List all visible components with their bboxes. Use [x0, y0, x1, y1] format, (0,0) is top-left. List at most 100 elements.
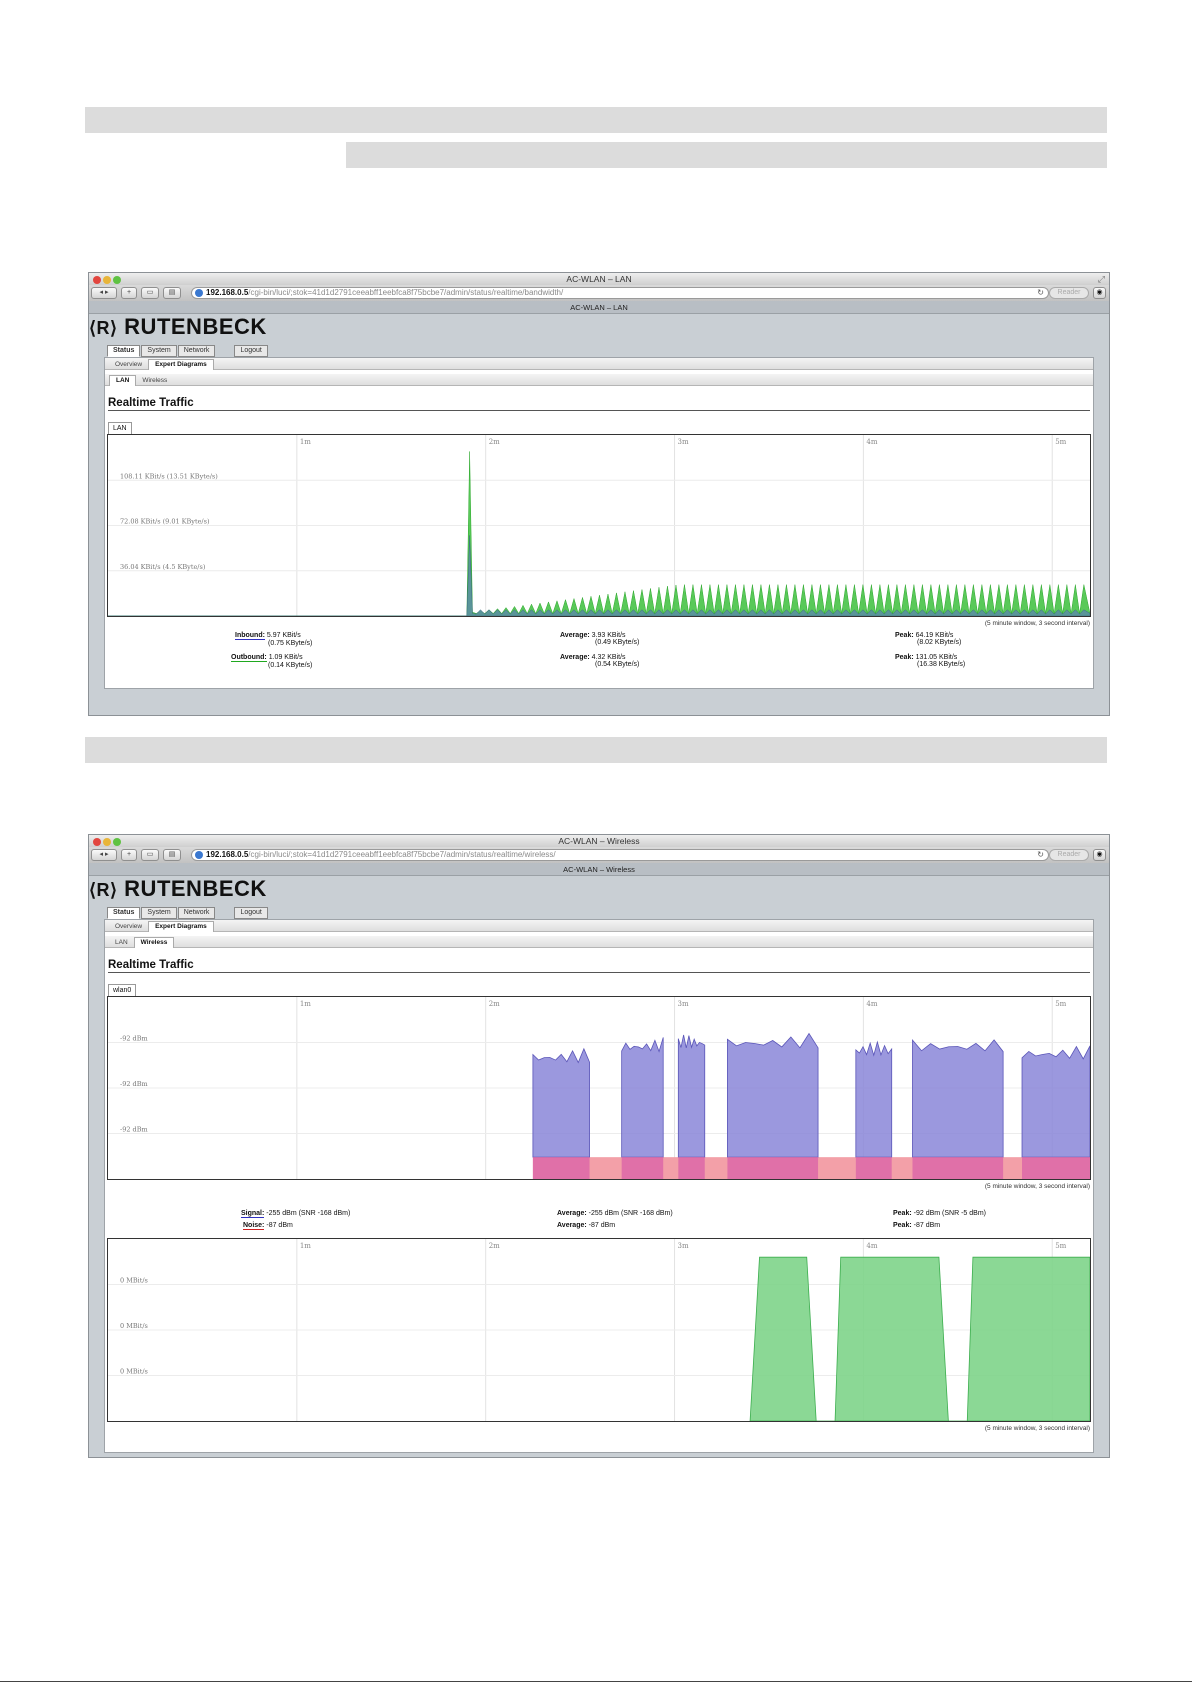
time-tick-label: 3m: [678, 1242, 689, 1250]
chart-svg: 1m 2m 3m 4m 5m 108.11 KBit/s (13.51 KByte/s) 7…: [108, 435, 1090, 616]
subtab-lan[interactable]: LAN: [109, 375, 137, 386]
chart-svg: 1m 2m 3m 4m 5m 0 MBit/s 0 MBit/s 0 MBit/s: [108, 1239, 1090, 1421]
tab-network[interactable]: Network: [177, 345, 216, 357]
reader-button[interactable]: Reader: [1049, 849, 1089, 861]
close-window-button[interactable]: [93, 838, 101, 846]
noise-average: Average: -87 dBm: [557, 1222, 615, 1229]
titlebar: AC-WLAN – LAN ⤢: [89, 273, 1109, 285]
status-subtabs: Overview Expert Diagrams: [105, 358, 1093, 370]
signal-chart: 1m 2m 3m 4m 5m -92 dBm -92 dBm -92 dBm: [107, 996, 1091, 1180]
tab-status[interactable]: Status: [107, 345, 141, 357]
content-panel: Overview Expert Diagrams LAN Wireless Real…: [104, 357, 1094, 689]
bandwidth-chart: 1m 2m 3m 4m 5m 108.11 KBit/s (13.51 KByte/s) 7…: [107, 434, 1091, 617]
zoom-window-button[interactable]: [113, 838, 121, 846]
logo-mark: ⟨R⟩: [89, 880, 118, 900]
average-label: Average:: [557, 1222, 587, 1229]
tab-logout[interactable]: Logout: [234, 345, 268, 357]
url-host: 192.168.0.5: [206, 850, 249, 859]
subtab-wireless[interactable]: Wireless: [136, 375, 173, 386]
subtab-wireless[interactable]: Wireless: [133, 937, 175, 948]
back-forward-button[interactable]: ◂ ▸: [91, 849, 117, 861]
subtab-expert-diagrams[interactable]: Expert Diagrams: [148, 921, 214, 932]
subtab-overview[interactable]: Overview: [109, 359, 148, 370]
add-bookmark-button[interactable]: +: [121, 287, 137, 299]
globe-icon: [195, 289, 203, 297]
zoom-window-button[interactable]: [113, 276, 121, 284]
address-bar[interactable]: 192.168.0.5/cgi-bin/luci/;stok=41d1d2791…: [191, 287, 1049, 299]
minimize-window-button[interactable]: [103, 276, 111, 284]
inbound-sub: (0.75 KByte/s): [268, 640, 313, 647]
titlebar: AC-WLAN – Wireless: [89, 835, 1109, 847]
average-sub: (0.54 KByte/s): [595, 661, 640, 668]
y-tick-label: 108.11 KBit/s (13.51 KByte/s): [120, 472, 218, 480]
diagram-subtabs: LAN Wireless: [105, 936, 1093, 948]
signal-peak: Peak: -92 dBm (SNR -5 dBm): [893, 1210, 986, 1217]
time-tick-label: 5m: [1055, 1242, 1066, 1250]
content-panel: Overview Expert Diagrams LAN Wireless Real…: [104, 919, 1094, 1453]
peak-label: Peak:: [895, 654, 914, 661]
subtab-expert-diagrams[interactable]: Expert Diagrams: [148, 359, 214, 370]
noise-segment: [678, 1157, 705, 1179]
subtab-overview[interactable]: Overview: [109, 921, 148, 932]
tab-system[interactable]: System: [141, 345, 177, 357]
signal-average: Average: -255 dBm (SNR -168 dBm): [557, 1210, 673, 1217]
signal-segment: [912, 1039, 1004, 1158]
main-tabs: Status System Network Logout: [107, 907, 269, 919]
time-tick-label: 4m: [866, 1000, 877, 1008]
signal-segment: [677, 1034, 706, 1158]
bookmarks-button[interactable]: ▤: [163, 287, 181, 299]
tab-network[interactable]: Network: [177, 907, 216, 919]
noise-segment: [912, 1157, 1004, 1179]
time-tick-label: 1m: [300, 1000, 311, 1008]
tab-system[interactable]: System: [141, 907, 177, 919]
chart-window-note: (5 minute window, 3 second interval): [984, 1183, 1090, 1190]
back-forward-button[interactable]: ◂ ▸: [91, 287, 117, 299]
noise-peak: Peak: -87 dBm: [893, 1222, 940, 1229]
time-tick-label: 2m: [489, 1242, 500, 1250]
minimize-window-button[interactable]: [103, 838, 111, 846]
outbound-value: 1.09 KBit/s: [268, 654, 303, 661]
tab-logout[interactable]: Logout: [234, 907, 268, 919]
chart-tab-wlan0[interactable]: wlan0: [108, 984, 137, 996]
subtab-lan[interactable]: LAN: [109, 937, 134, 948]
reload-icon[interactable]: ↻: [1037, 850, 1044, 860]
average-label: Average:: [560, 632, 590, 639]
reload-icon[interactable]: ↻: [1037, 288, 1044, 298]
print-button[interactable]: ▭: [141, 287, 159, 299]
add-bookmark-button[interactable]: +: [121, 849, 137, 861]
page-title: Realtime Traffic: [108, 396, 1090, 411]
average-label: Average:: [560, 654, 590, 661]
fullscreen-icon[interactable]: ⤢: [1098, 273, 1105, 285]
y-tick-label: 0 MBit/s: [120, 1277, 148, 1285]
main-tabs: Status System Network Logout: [107, 345, 269, 357]
signal-segment: [621, 1037, 664, 1158]
browser-tab-title: AC-WLAN – Wireless: [563, 865, 635, 874]
peak-sub: (16.38 KByte/s): [917, 661, 966, 668]
peak-label: Peak:: [893, 1210, 912, 1217]
download-icon[interactable]: ◉: [1093, 849, 1106, 861]
chart-tab-lan[interactable]: LAN: [108, 422, 132, 434]
header-bar: [85, 107, 1107, 133]
tab-strip[interactable]: AC-WLAN – Wireless: [89, 863, 1109, 876]
download-icon[interactable]: ◉: [1093, 287, 1106, 299]
time-tick-label: 3m: [678, 1000, 689, 1008]
chart-window-note: (5 minute window, 3 second interval): [984, 620, 1090, 627]
print-button[interactable]: ▭: [141, 849, 159, 861]
tab-status[interactable]: Status: [107, 907, 141, 919]
average-label: Average:: [557, 1210, 587, 1217]
time-tick-label: 2m: [489, 438, 500, 446]
tab-strip[interactable]: AC-WLAN – LAN: [89, 301, 1109, 314]
status-subtabs: Overview Expert Diagrams: [105, 920, 1093, 932]
average-value: 3.93 KBit/s: [591, 632, 626, 639]
close-window-button[interactable]: [93, 276, 101, 284]
address-bar[interactable]: 192.168.0.5/cgi-bin/luci/;stok=41d1d2791…: [191, 849, 1049, 861]
noise-stat: Noise: -87 dBm: [243, 1222, 293, 1230]
time-tick-label: 3m: [678, 438, 689, 446]
y-tick-label: 36.04 KBit/s (4.5 KByte/s): [120, 563, 206, 571]
time-tick-label: 1m: [300, 1242, 311, 1250]
url-path: /cgi-bin/luci/;stok=41d1d2791ceeabff1eeb…: [248, 850, 556, 859]
reader-button[interactable]: Reader: [1049, 287, 1089, 299]
bookmarks-button[interactable]: ▤: [163, 849, 181, 861]
peak-value: 64.19 KBit/s: [915, 632, 954, 639]
peak-sub: (8.02 KByte/s): [917, 639, 962, 646]
